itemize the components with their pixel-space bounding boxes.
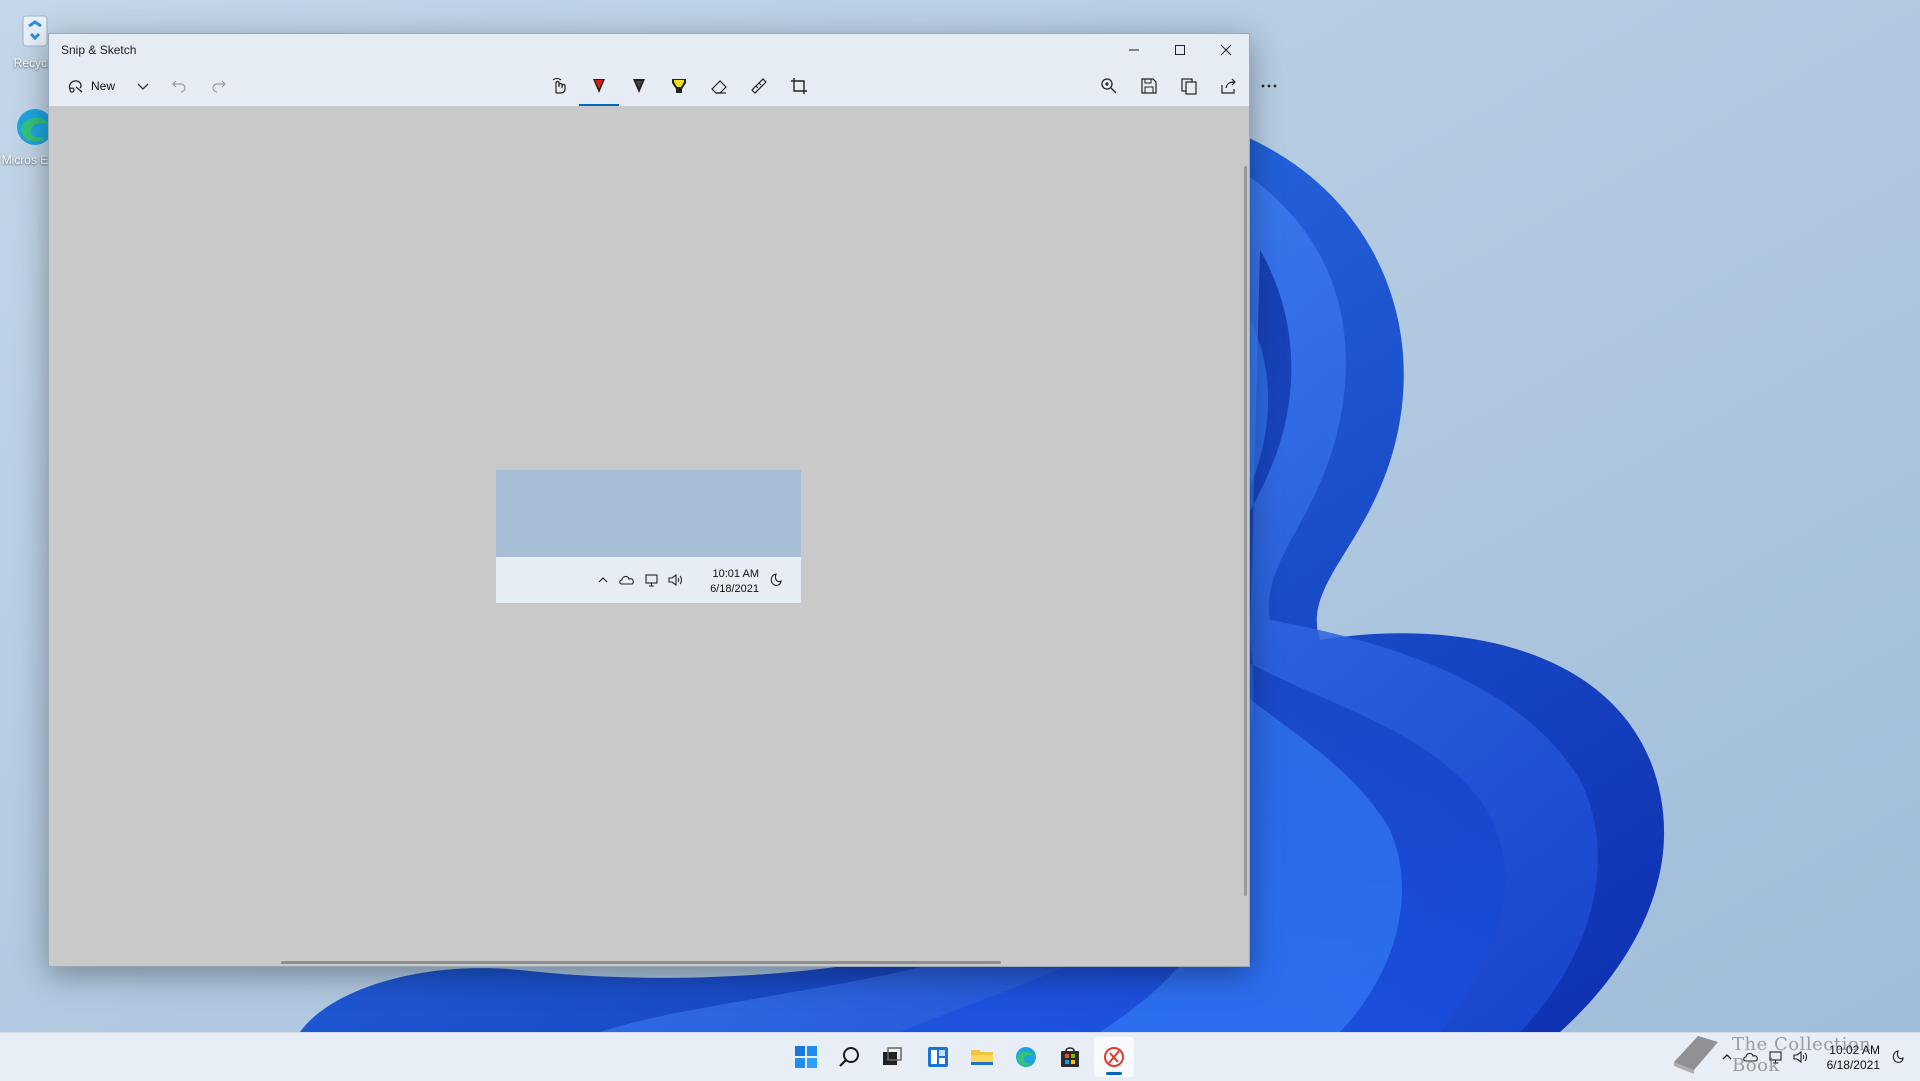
snip-tray-network xyxy=(641,557,663,603)
close-button[interactable] xyxy=(1203,34,1249,66)
undo-icon xyxy=(172,80,186,93)
snip-time: 10:01 AM xyxy=(712,568,759,580)
title-bar[interactable]: Snip & Sketch xyxy=(49,34,1249,66)
toolbar: New xyxy=(49,66,1277,107)
snip-tray-onedrive xyxy=(616,557,638,603)
watermark-text: The Collection Book xyxy=(1732,1034,1872,1076)
crop-icon xyxy=(791,78,807,94)
eraser-icon xyxy=(711,80,727,94)
snip-tray-chevron xyxy=(593,557,613,603)
minimize-button[interactable] xyxy=(1111,34,1157,66)
copy-button[interactable] xyxy=(1169,66,1209,106)
store-button[interactable] xyxy=(1050,1037,1090,1077)
copy-icon xyxy=(1181,78,1197,95)
snip-clock: 10:01 AM 6/18/2021 xyxy=(710,567,759,597)
task-view-icon xyxy=(883,1047,902,1065)
touch-writing-button[interactable] xyxy=(539,66,579,106)
focus-assist-icon xyxy=(770,573,782,586)
start-icon xyxy=(795,1046,817,1068)
highlighter-icon xyxy=(672,79,686,93)
share-button[interactable] xyxy=(1209,66,1249,106)
touch-writing-icon xyxy=(552,78,566,94)
network-icon xyxy=(645,574,658,587)
canvas-area[interactable]: 10:01 AM 6/18/2021 xyxy=(49,106,1249,966)
snip-taskbar: 10:01 AM 6/18/2021 xyxy=(496,557,801,603)
snip-date: 6/18/2021 xyxy=(710,583,759,595)
maximize-button[interactable] xyxy=(1157,34,1203,66)
snip-tray-focus xyxy=(764,557,786,603)
redo-icon xyxy=(212,80,226,93)
window-controls xyxy=(1111,34,1249,66)
pencil-button[interactable] xyxy=(619,66,659,106)
share-icon xyxy=(1221,78,1236,94)
zoom-icon xyxy=(1101,78,1117,94)
ruler-button[interactable] xyxy=(739,66,779,106)
widgets-icon xyxy=(928,1047,948,1067)
snip-sketch-taskbar-button[interactable] xyxy=(1094,1037,1134,1077)
onedrive-icon xyxy=(619,575,634,585)
edge-button[interactable] xyxy=(1006,1037,1046,1077)
zoom-button[interactable] xyxy=(1089,66,1129,106)
snip-tray-volume xyxy=(664,557,686,603)
new-snip-dropdown[interactable] xyxy=(127,66,159,106)
file-explorer-icon xyxy=(971,1050,993,1065)
ballpoint-pen-button[interactable] xyxy=(579,66,619,106)
new-snip-button[interactable]: New xyxy=(59,66,123,106)
redo-button[interactable] xyxy=(201,66,237,106)
more-icon xyxy=(1261,84,1277,88)
vertical-scrollbar[interactable] xyxy=(1244,166,1247,896)
undo-button[interactable] xyxy=(161,66,197,106)
store-icon xyxy=(1061,1047,1079,1067)
ballpoint-pen-icon xyxy=(593,79,605,93)
edge-icon xyxy=(1016,1047,1036,1067)
snip-sketch-window: Snip & Sketch New 10:01 AM 6/18/2021 xyxy=(48,33,1277,967)
save-button[interactable] xyxy=(1129,66,1169,106)
maximize-icon xyxy=(1175,45,1185,55)
pencil-icon xyxy=(633,79,645,93)
captured-snip-image: 10:01 AM 6/18/2021 xyxy=(496,470,801,603)
running-indicator xyxy=(1106,1072,1122,1075)
new-snip-icon xyxy=(68,80,83,93)
volume-icon xyxy=(668,573,682,587)
taskbar: 10:02 AM 6/18/2021 xyxy=(0,1032,1920,1081)
crop-button[interactable] xyxy=(779,66,819,106)
close-icon xyxy=(1220,44,1232,56)
ruler-icon xyxy=(751,78,767,94)
new-label: New xyxy=(90,79,115,93)
horizontal-scrollbar[interactable] xyxy=(281,961,1001,964)
task-view-button[interactable] xyxy=(872,1037,912,1077)
minimize-icon xyxy=(1129,49,1139,51)
start-button[interactable] xyxy=(786,1037,826,1077)
save-icon xyxy=(1141,78,1157,94)
search-button[interactable] xyxy=(830,1037,870,1077)
more-options-button[interactable] xyxy=(1249,66,1289,106)
window-title: Snip & Sketch xyxy=(61,43,137,57)
highlighter-button[interactable] xyxy=(659,66,699,106)
file-explorer-button[interactable] xyxy=(962,1037,1002,1077)
snip-sketch-icon xyxy=(1104,1047,1124,1067)
chevron-up-icon xyxy=(598,577,608,583)
search-icon xyxy=(839,1047,859,1067)
widgets-button[interactable] xyxy=(918,1037,958,1077)
chevron-down-icon xyxy=(137,83,149,90)
book-logo-icon xyxy=(1674,1036,1718,1074)
eraser-button[interactable] xyxy=(699,66,739,106)
